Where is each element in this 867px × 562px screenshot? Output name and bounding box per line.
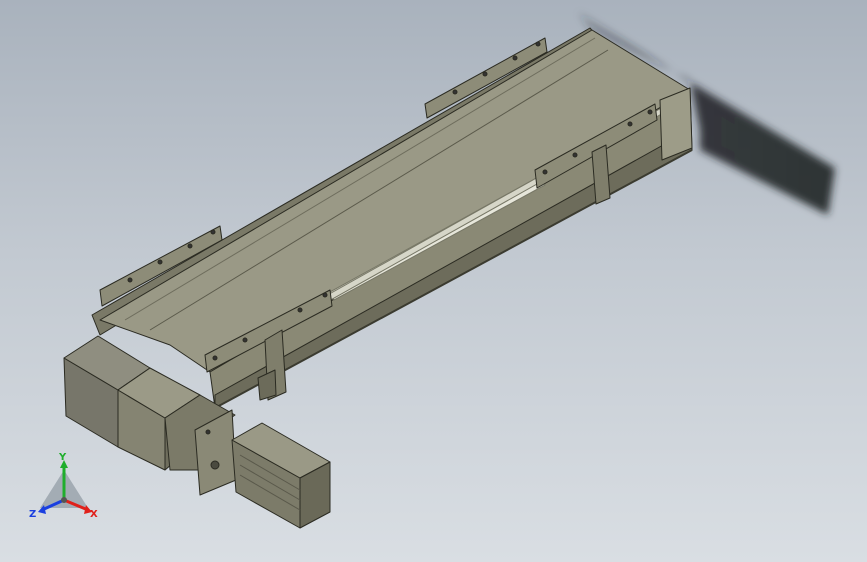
reference-triad: Y X Z [29,452,98,520]
triad-x-label: X [90,509,98,520]
3d-graphics-viewport[interactable]: Y X Z [0,0,867,562]
triad-z-label: Z [29,509,36,520]
end-cap [659,87,693,161]
linear-actuator-model[interactable] [63,27,693,529]
triad-y-label: Y [58,452,67,463]
